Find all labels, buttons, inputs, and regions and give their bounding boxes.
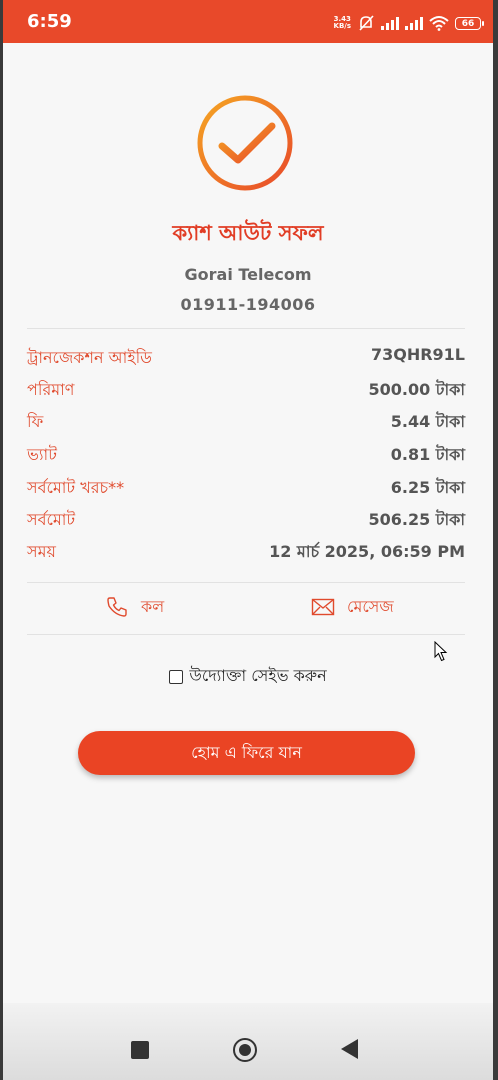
envelope-icon bbox=[311, 598, 335, 616]
home-nav-icon[interactable] bbox=[233, 1038, 257, 1062]
detail-value: 0.81 টাকা bbox=[390, 445, 465, 464]
signal-icon-2 bbox=[405, 16, 423, 30]
go-home-button[interactable]: হোম এ ফিরে যান bbox=[78, 731, 415, 775]
call-label: কল bbox=[141, 596, 165, 616]
detail-label: ফি bbox=[27, 412, 44, 431]
app-screen: 6:59 3.43 KB/s 66 ক্যাশ আউট সফল Gorai Te… bbox=[3, 0, 493, 1080]
detail-label: ভ্যাট bbox=[27, 445, 57, 464]
mouse-cursor-icon bbox=[434, 641, 448, 662]
detail-value: 12 মার্চ 2025, 06:59 PM bbox=[269, 542, 465, 561]
detail-value: 506.25 টাকা bbox=[368, 510, 465, 529]
detail-label: পরিমাণ bbox=[27, 380, 75, 399]
detail-value: 5.44 টাকা bbox=[390, 412, 465, 431]
detail-value: 500.00 টাকা bbox=[368, 380, 465, 399]
mute-icon bbox=[359, 15, 374, 31]
save-merchant-option[interactable]: উদ্যোক্তা সেইভ করুন bbox=[3, 663, 493, 690]
detail-label: সর্বমোট bbox=[27, 510, 76, 529]
detail-value: 73QHR91L bbox=[370, 345, 465, 364]
divider bbox=[27, 328, 465, 329]
status-bar: 6:59 3.43 KB/s 66 bbox=[3, 0, 493, 43]
detail-label: সর্বমোট খরচ** bbox=[27, 478, 125, 497]
back-icon[interactable] bbox=[341, 1039, 358, 1059]
phone-icon bbox=[107, 597, 127, 617]
network-speed-unit: KB/s bbox=[333, 22, 351, 30]
detail-row-vat: ভ্যাট 0.81 টাকা bbox=[27, 442, 465, 468]
detail-row-grand-total: সর্বমোট 506.25 টাকা bbox=[27, 507, 465, 533]
divider bbox=[27, 582, 465, 583]
call-button[interactable]: কল bbox=[105, 592, 164, 622]
battery-icon: 66 bbox=[455, 16, 484, 30]
divider bbox=[27, 634, 465, 635]
status-icons: 3.43 KB/s 66 bbox=[334, 12, 484, 34]
receipt-title: ক্যাশ আউট সফল bbox=[172, 221, 324, 245]
status-time: 6:59 bbox=[27, 11, 72, 32]
signal-icon bbox=[381, 16, 399, 30]
detail-row-amount: পরিমাণ 500.00 টাকা bbox=[27, 377, 465, 403]
detail-row-total-cost: সর্বমোট খরচ** 6.25 টাকা bbox=[27, 475, 465, 501]
system-nav-bar bbox=[3, 1003, 493, 1080]
network-speed: 3.43 KB/s bbox=[334, 16, 351, 30]
recent-apps-icon[interactable] bbox=[131, 1041, 149, 1059]
detail-label: সময় bbox=[27, 542, 56, 561]
success-check-icon bbox=[197, 95, 293, 191]
merchant-name: Gorai Telecom bbox=[184, 265, 312, 284]
wifi-icon bbox=[429, 16, 449, 31]
save-merchant-checkbox[interactable] bbox=[169, 669, 184, 684]
detail-row-transaction-id: ট্রানজেকশন আইডি 73QHR91L bbox=[27, 345, 465, 371]
detail-value: 6.25 টাকা bbox=[390, 478, 465, 497]
detail-row-fee: ফি 5.44 টাকা bbox=[27, 409, 465, 435]
message-button[interactable]: মেসেজ bbox=[311, 592, 394, 622]
merchant-number: 01911-194006 bbox=[180, 295, 316, 314]
save-merchant-label: উদ্যোক্তা সেইভ করুন bbox=[189, 666, 327, 685]
message-label: মেসেজ bbox=[347, 596, 394, 616]
detail-row-time: সময় 12 মার্চ 2025, 06:59 PM bbox=[27, 539, 465, 565]
detail-label: ট্রানজেকশন আইডি bbox=[27, 348, 152, 367]
